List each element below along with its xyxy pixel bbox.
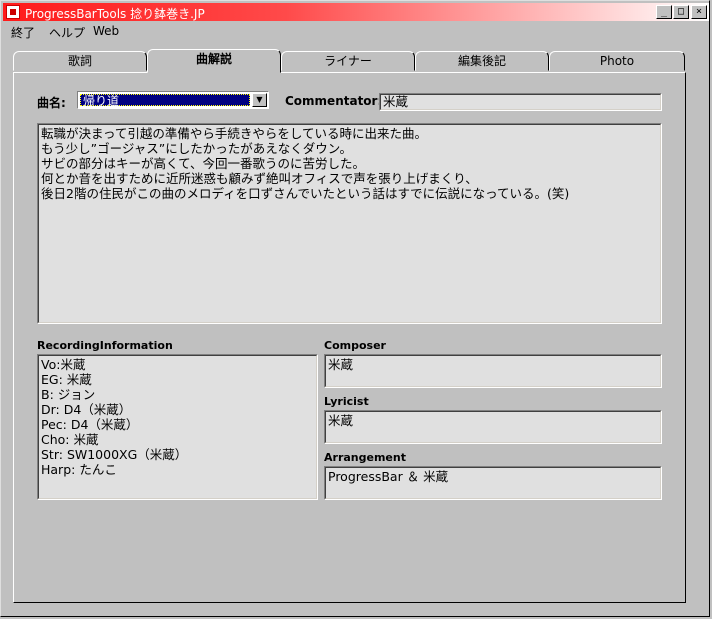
close-icon: × (695, 6, 703, 17)
composer-value: 米蔵 (325, 355, 661, 387)
chevron-down-icon: ▼ (256, 95, 263, 104)
menu-exit[interactable]: 終了 (11, 24, 35, 41)
song-label: 曲名: (37, 96, 66, 110)
commentator-field[interactable]: 米蔵 (379, 93, 662, 111)
arrangement-field[interactable]: ProgressBar ＆ 米蔵 (324, 466, 662, 500)
commentator-value: 米蔵 (380, 94, 661, 110)
lyricist-label: Lyricist (324, 395, 369, 408)
song-select[interactable]: 帰り道 ▼ (77, 91, 269, 109)
tab-photo[interactable]: Photo (549, 51, 685, 71)
maximize-icon: □ (677, 6, 685, 17)
app-window: ProgressBarTools 捻り鉢巻き.JP _ □ × 終了 ヘルプ W… (0, 0, 710, 617)
lyricist-value: 米蔵 (325, 411, 661, 443)
tab-afterword[interactable]: 編集後記 (415, 51, 549, 71)
composer-label: Composer (324, 339, 386, 352)
tab-liner[interactable]: ライナー (281, 51, 415, 71)
arrangement-value: ProgressBar ＆ 米蔵 (325, 467, 661, 499)
tab-song-commentary[interactable]: 曲解説 (147, 49, 281, 73)
app-icon (6, 5, 20, 19)
menu-help[interactable]: ヘルプ (49, 24, 85, 41)
lyricist-field[interactable]: 米蔵 (324, 410, 662, 444)
dropdown-button[interactable]: ▼ (252, 93, 267, 107)
window-title: ProgressBarTools 捻り鉢巻き.JP (25, 7, 205, 21)
description-textarea[interactable]: 転職が決まって引越の準備やら手続きやらをしている時に出来た曲。 もう少し”ゴージ… (37, 123, 662, 324)
recording-textarea[interactable]: Vo:米蔵 EG: 米蔵 B: ジョン Dr: D4（米蔵） Pec: D4（米… (37, 354, 318, 500)
arrangement-label: Arrangement (324, 451, 406, 464)
minimize-button[interactable]: _ (656, 5, 672, 19)
title-bar[interactable]: ProgressBarTools 捻り鉢巻き.JP _ □ × (3, 3, 709, 21)
maximize-button[interactable]: □ (673, 5, 689, 19)
song-select-value: 帰り道 (80, 94, 250, 107)
menu-bar: 終了 ヘルプ Web (3, 22, 709, 40)
recording-label: RecordingInformation (37, 339, 173, 352)
commentator-label: Commentator: (285, 94, 383, 108)
tab-lyrics[interactable]: 歌詞 (13, 51, 147, 71)
recording-text: Vo:米蔵 EG: 米蔵 B: ジョン Dr: D4（米蔵） Pec: D4（米… (38, 355, 317, 499)
close-button[interactable]: × (691, 5, 707, 19)
menu-web[interactable]: Web (93, 24, 119, 38)
composer-field[interactable]: 米蔵 (324, 354, 662, 388)
description-text: 転職が決まって引越の準備やら手続きやらをしている時に出来た曲。 もう少し”ゴージ… (38, 124, 661, 323)
minimize-icon: _ (660, 6, 668, 17)
